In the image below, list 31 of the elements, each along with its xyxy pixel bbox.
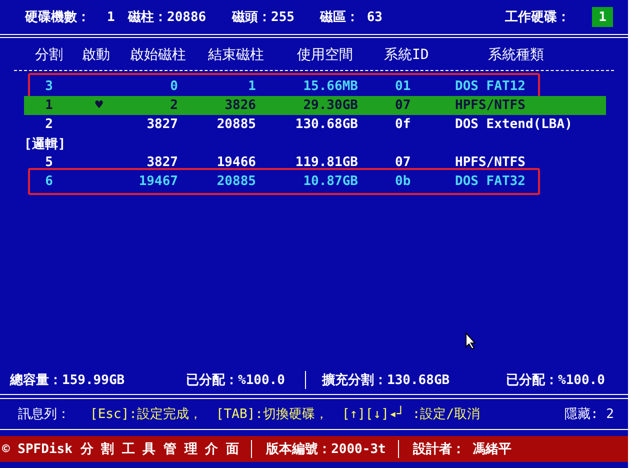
message-bar-label: 訊息列： — [18, 406, 71, 423]
column-header: 啟動 — [82, 46, 111, 65]
mouse-pointer-icon — [465, 332, 477, 350]
key-hint: [↑][↓]◂┘ :設定/取消 — [342, 405, 480, 423]
selected-partition-row[interactable]: 1 ♥ 2 3826 29.30GB 07 HPFS/NTFS — [24, 96, 606, 115]
column-header: 系統ID — [384, 46, 430, 65]
allocated-percent: 已分配：%100.0 — [186, 372, 286, 389]
footer-text: © SPFDisk 分 割 工 具 管 理 介 面 — [2, 440, 240, 458]
group-label: [邏輯] — [24, 136, 66, 152]
total-capacity: 總容量：159.99GB — [10, 372, 126, 389]
column-header: 結束磁柱 — [208, 46, 265, 65]
partition-row[interactable]: 2 3827 20885 130.68GB 0f DOS Extend(LBA) — [0, 115, 602, 134]
disk-count: 1 — [107, 10, 116, 24]
column-header: 分割 — [35, 46, 64, 65]
column-header: 啟始磁柱 — [130, 46, 187, 65]
disk-count-label: 硬碟機數： — [25, 9, 91, 26]
column-header: 系統種類 — [488, 46, 545, 65]
sector-count: 磁區： 63 — [320, 9, 384, 26]
work-disk-label: 工作硬碟： — [505, 9, 571, 26]
footer-text: 版本編號：2000-3t — [266, 441, 387, 458]
extended-partition-size: 擴充分割：130.68GB — [322, 372, 451, 389]
footer-text: 設計者： 馮緒平 — [412, 440, 513, 458]
hidden-count: 隱藏: 2 — [564, 406, 614, 423]
head-count: 磁頭：255 — [232, 9, 296, 26]
key-hint: [Esc]:設定完成， — [90, 406, 202, 423]
key-hint: [TAB]:切換硬碟， — [216, 406, 328, 423]
column-header: 使用空間 — [297, 46, 354, 65]
partition-row[interactable]: 6 19467 20885 10.87GB 0b DOS FAT32 — [0, 172, 602, 191]
allocated-percent: 已分配：%100.0 — [506, 372, 605, 389]
partition-row[interactable]: 5 3827 19466 119.81GB 07 HPFS/NTFS — [0, 153, 602, 172]
cylinder-count: 磁柱：20886 — [128, 9, 208, 26]
